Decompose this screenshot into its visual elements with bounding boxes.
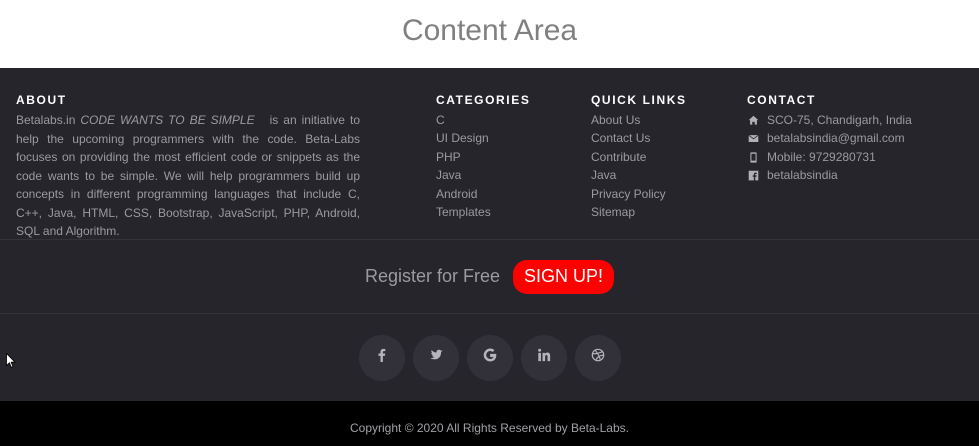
contact-address: SCO-75, Chandigarh, India bbox=[747, 111, 912, 129]
contact-column: CONTACT SCO-75, Chandigarh, India betala… bbox=[747, 93, 912, 185]
contact-address-text: SCO-75, Chandigarh, India bbox=[767, 113, 912, 127]
quick-link-contact-us[interactable]: Contact Us bbox=[591, 131, 650, 145]
facebook-icon bbox=[375, 348, 389, 367]
home-icon bbox=[747, 114, 759, 126]
categories-heading: CATEGORIES bbox=[436, 93, 531, 107]
mobile-icon bbox=[747, 151, 759, 163]
contact-mobile: Mobile: 9729280731 bbox=[747, 148, 912, 166]
about-description: is an initiative to help the upcoming pr… bbox=[16, 113, 360, 238]
about-brand: Betalabs.in bbox=[16, 113, 76, 127]
category-link-ui-design[interactable]: UI Design bbox=[436, 131, 489, 145]
twitter-button[interactable] bbox=[412, 334, 459, 381]
about-tagline: CODE WANTS TO BE SIMPLE bbox=[80, 113, 255, 127]
content-area-title: Content Area bbox=[401, 14, 578, 47]
mouse-cursor-icon bbox=[6, 353, 16, 368]
quick-link-about-us[interactable]: About Us bbox=[591, 113, 640, 127]
twitter-icon bbox=[429, 348, 443, 367]
category-link-java[interactable]: Java bbox=[436, 168, 461, 182]
google-button[interactable] bbox=[466, 334, 513, 381]
register-text: Register for Free bbox=[364, 266, 501, 286]
categories-column: CATEGORIES C UI Design PHP Java Android … bbox=[436, 93, 530, 221]
quick-link-sitemap[interactable]: Sitemap bbox=[591, 205, 635, 219]
envelope-icon bbox=[747, 133, 759, 145]
contact-heading: CONTACT bbox=[747, 93, 816, 107]
quick-links-heading: QUICK LINKS bbox=[591, 93, 687, 107]
quick-links-column: QUICK LINKS About Us Contact Us Contribu… bbox=[591, 93, 687, 221]
about-text: Betalabs.in CODE WANTS TO BE SIMPLE is a… bbox=[16, 111, 360, 241]
dribbble-button[interactable] bbox=[574, 334, 621, 381]
quick-link-privacy-policy[interactable]: Privacy Policy bbox=[591, 187, 666, 201]
linkedin-icon bbox=[537, 348, 551, 367]
google-icon bbox=[483, 348, 497, 367]
facebook-button[interactable] bbox=[358, 334, 405, 381]
register-bar: Register for Free SIGN UP! bbox=[0, 240, 979, 313]
contact-email[interactable]: betalabsindia@gmail.com bbox=[747, 129, 912, 147]
category-link-templates[interactable]: Templates bbox=[436, 205, 491, 219]
footer-top: ABOUT Betalabs.in CODE WANTS TO BE SIMPL… bbox=[0, 68, 979, 240]
about-column: ABOUT Betalabs.in CODE WANTS TO BE SIMPL… bbox=[16, 93, 360, 241]
content-area: Content Area bbox=[0, 0, 979, 68]
quick-link-java[interactable]: Java bbox=[591, 168, 616, 182]
sign-up-button[interactable]: SIGN UP! bbox=[513, 259, 615, 294]
category-link-c[interactable]: C bbox=[436, 113, 445, 127]
category-link-android[interactable]: Android bbox=[436, 187, 477, 201]
linkedin-button[interactable] bbox=[520, 334, 567, 381]
category-link-php[interactable]: PHP bbox=[436, 150, 461, 164]
quick-link-contribute[interactable]: Contribute bbox=[591, 150, 646, 164]
contact-facebook[interactable]: betalabsindia bbox=[747, 166, 912, 184]
contact-facebook-text: betalabsindia bbox=[767, 168, 838, 183]
facebook-square-icon bbox=[747, 169, 759, 181]
about-heading: ABOUT bbox=[16, 93, 67, 107]
contact-mobile-text: Mobile: 9729280731 bbox=[767, 149, 876, 164]
social-links bbox=[0, 314, 979, 401]
contact-email-text: betalabsindia@gmail.com bbox=[767, 131, 905, 146]
dribbble-icon bbox=[591, 348, 605, 367]
copyright-bar: Copyright © 2020 All Rights Reserved by … bbox=[0, 401, 979, 446]
copyright-text: Copyright © 2020 All Rights Reserved by … bbox=[350, 421, 629, 435]
